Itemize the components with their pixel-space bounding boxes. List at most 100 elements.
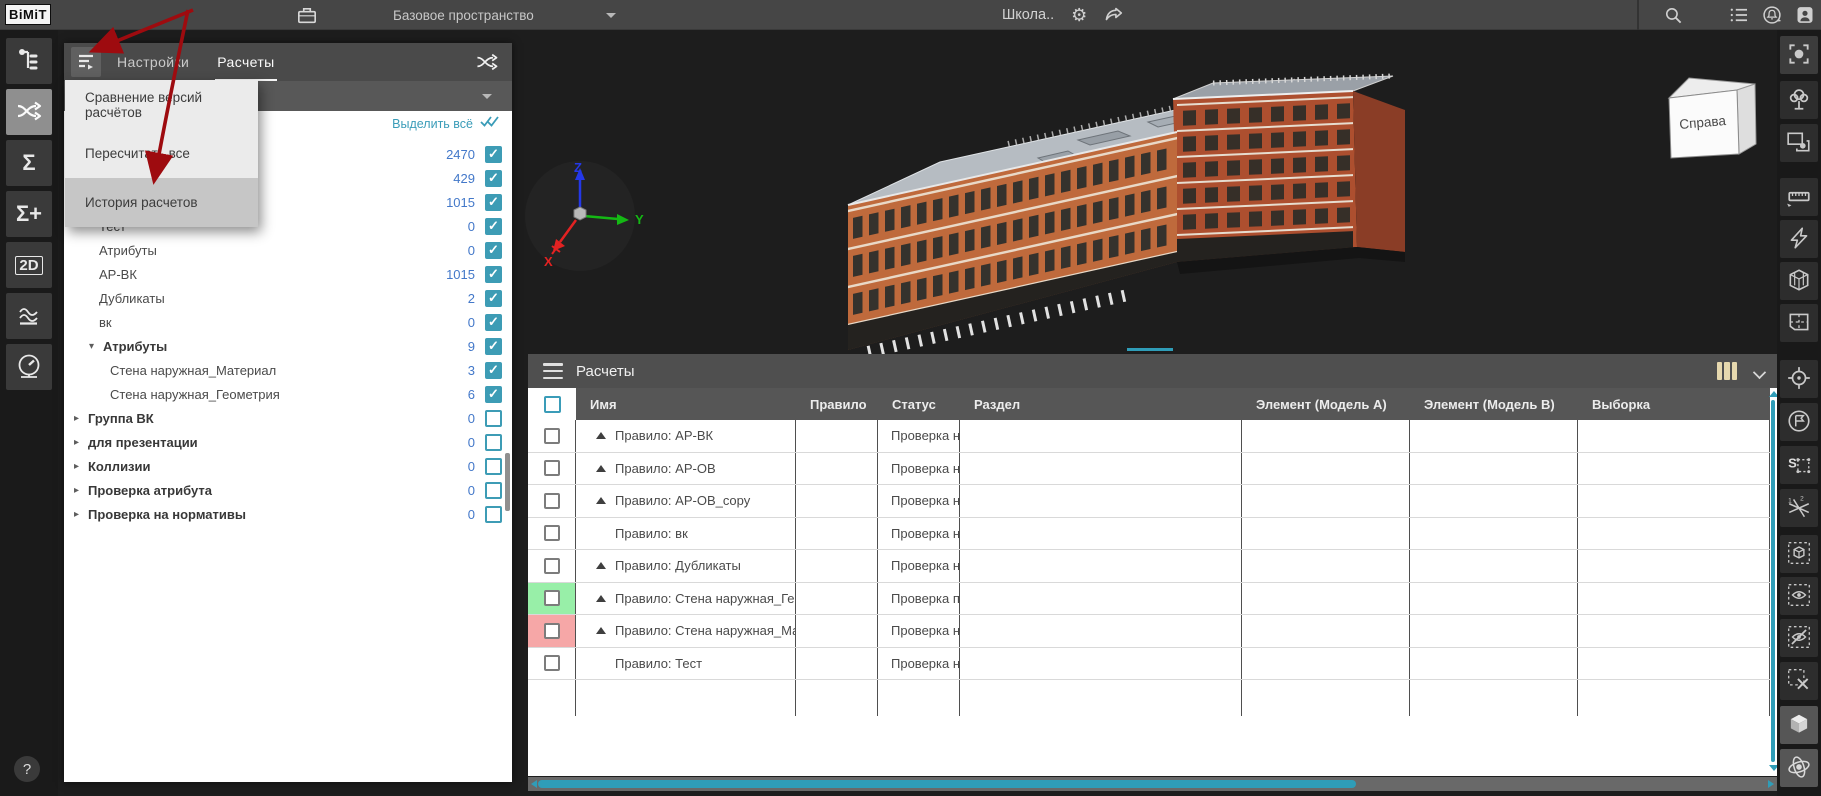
- axis-gizmo[interactable]: Z Y X: [522, 158, 652, 274]
- measure-button[interactable]: [1780, 178, 1818, 216]
- tree-checkbox[interactable]: [485, 313, 502, 331]
- expand-triangle-icon[interactable]: [596, 432, 606, 440]
- panel-resize-handle[interactable]: [1127, 348, 1173, 351]
- compare-button[interactable]: [6, 89, 52, 135]
- sum-plus-button[interactable]: Σ+: [6, 191, 52, 237]
- tree-checkbox[interactable]: [485, 505, 502, 523]
- menu-item[interactable]: Пересчитать все: [65, 129, 258, 178]
- bim-model-view[interactable]: [828, 70, 1428, 380]
- search-icon[interactable]: [1662, 0, 1684, 30]
- row-checkbox[interactable]: [543, 557, 560, 574]
- table-row[interactable]: Правило: АР-ВК Проверка не: [528, 420, 1770, 453]
- select-all-link[interactable]: Выделить всё: [392, 116, 500, 131]
- row-checkbox[interactable]: [543, 655, 560, 672]
- briefcase-icon[interactable]: [296, 0, 318, 30]
- tree-checkbox[interactable]: [485, 193, 502, 211]
- section-box-button[interactable]: [1780, 262, 1818, 300]
- model-tree-button[interactable]: [6, 38, 52, 84]
- environment-button[interactable]: [1780, 81, 1818, 119]
- tree-checkbox[interactable]: [485, 145, 502, 163]
- tree-caret-icon[interactable]: ▸: [74, 437, 88, 448]
- sum-button[interactable]: Σ: [6, 140, 52, 186]
- select-all-checkbox[interactable]: [543, 395, 561, 413]
- tree-checkbox[interactable]: [485, 337, 502, 355]
- tree-row[interactable]: ▸ Проверка на нормативы 0: [64, 502, 512, 526]
- notifications-icon[interactable]: [1761, 0, 1783, 30]
- orbit-view-button[interactable]: [1780, 749, 1818, 787]
- navigation-cube[interactable]: Справа: [1655, 68, 1765, 168]
- tree-caret-icon[interactable]: ▸: [74, 509, 88, 520]
- table-row[interactable]: Правило: АР-ОВ_copy Проверка не: [528, 485, 1770, 518]
- scroll-left-icon[interactable]: [531, 780, 537, 788]
- tree-checkbox[interactable]: [485, 457, 502, 475]
- help-button[interactable]: ?: [14, 756, 40, 782]
- horizontal-scrollbar-thumb[interactable]: [538, 780, 1356, 788]
- tree-checkbox[interactable]: [485, 481, 502, 499]
- tree-caret-icon[interactable]: ▾: [89, 341, 103, 352]
- quick-tools-button[interactable]: [1780, 220, 1818, 258]
- scroll-right-icon[interactable]: [1768, 780, 1774, 788]
- tree-row[interactable]: вк 0: [64, 310, 512, 334]
- row-checkbox[interactable]: [543, 525, 560, 542]
- row-checkbox[interactable]: [543, 460, 560, 477]
- tree-checkbox[interactable]: [485, 217, 502, 235]
- tab[interactable]: Настройки: [115, 43, 191, 81]
- tree-checkbox[interactable]: [485, 289, 502, 307]
- tree-caret-icon[interactable]: ▸: [74, 485, 88, 496]
- tree-checkbox[interactable]: [485, 265, 502, 283]
- save-selection-button[interactable]: S: [1780, 446, 1818, 484]
- workspace-selector[interactable]: Базовое пространство: [393, 0, 616, 30]
- locate-button[interactable]: [1780, 360, 1818, 398]
- collapse-panel-icon[interactable]: [1753, 366, 1767, 376]
- tree-row[interactable]: Стена наружная_Материал 3: [64, 358, 512, 382]
- focus-selection-button[interactable]: [1780, 36, 1818, 74]
- user-icon[interactable]: [1793, 0, 1817, 30]
- show-selected-button[interactable]: [1780, 577, 1818, 615]
- graphs-button[interactable]: [6, 293, 52, 339]
- menu-list-icon[interactable]: [1728, 0, 1750, 30]
- isolate-selection-button[interactable]: [1780, 124, 1818, 162]
- columns-config-icon[interactable]: [1717, 362, 1737, 380]
- expand-triangle-icon[interactable]: [596, 497, 606, 505]
- table-row[interactable]: Правило: Стена наружная_Геометрия Провер…: [528, 582, 1770, 615]
- tree-checkbox[interactable]: [485, 409, 502, 427]
- expand-triangle-icon[interactable]: [596, 627, 606, 635]
- row-checkbox[interactable]: [543, 622, 560, 639]
- expand-triangle-icon[interactable]: [596, 464, 606, 472]
- row-checkbox[interactable]: [543, 427, 560, 444]
- clear-selection-button[interactable]: [1780, 662, 1818, 700]
- table-row[interactable]: Правило: Стена наружная_Материал Проверк…: [528, 615, 1770, 648]
- tree-checkbox[interactable]: [485, 433, 502, 451]
- tree-checkbox[interactable]: [485, 169, 502, 187]
- tree-row[interactable]: АР-ВК 1015: [64, 262, 512, 286]
- tree-row[interactable]: Атрибуты 0: [64, 238, 512, 262]
- panel-menu-button[interactable]: [71, 47, 101, 77]
- compare-shuffle-icon[interactable]: [474, 49, 500, 75]
- floor-plan-button[interactable]: [1780, 304, 1818, 342]
- view-2d-button[interactable]: 2D: [6, 242, 52, 288]
- share-icon[interactable]: [1104, 4, 1126, 27]
- horizontal-scrollbar-track[interactable]: [528, 777, 1777, 791]
- table-row[interactable]: Правило: АР-ОВ Проверка не: [528, 452, 1770, 485]
- tree-row[interactable]: ▸ для презентации 0: [64, 430, 512, 454]
- table-row[interactable]: Правило: Тест Проверка не: [528, 647, 1770, 680]
- tree-row[interactable]: ▸ Коллизии 0: [64, 454, 512, 478]
- compare-axes-button[interactable]: 12: [1780, 489, 1818, 527]
- table-menu-icon[interactable]: [543, 363, 563, 379]
- hide-selected-button[interactable]: [1780, 619, 1818, 657]
- tree-checkbox[interactable]: [485, 385, 502, 403]
- tree-row[interactable]: ▾ Атрибуты 9: [64, 334, 512, 358]
- flag-view-button[interactable]: [1780, 403, 1818, 441]
- table-row[interactable]: Правило: Дубликаты Проверка не: [528, 550, 1770, 583]
- tree-checkbox[interactable]: [485, 241, 502, 259]
- tree-row[interactable]: ▸ Группа ВК 0: [64, 406, 512, 430]
- expand-triangle-icon[interactable]: [596, 562, 606, 570]
- menu-item[interactable]: История расчетов: [65, 178, 258, 227]
- row-checkbox[interactable]: [543, 590, 560, 607]
- solid-view-button[interactable]: [1780, 706, 1818, 744]
- table-row[interactable]: Правило: вк Проверка не: [528, 517, 1770, 550]
- tree-row[interactable]: Стена наружная_Геометрия 6: [64, 382, 512, 406]
- settings-gear-icon[interactable]: ⚙: [1071, 6, 1087, 24]
- menu-item[interactable]: Сравнение версий расчётов: [65, 80, 258, 129]
- dashboard-gauge-button[interactable]: [6, 344, 52, 390]
